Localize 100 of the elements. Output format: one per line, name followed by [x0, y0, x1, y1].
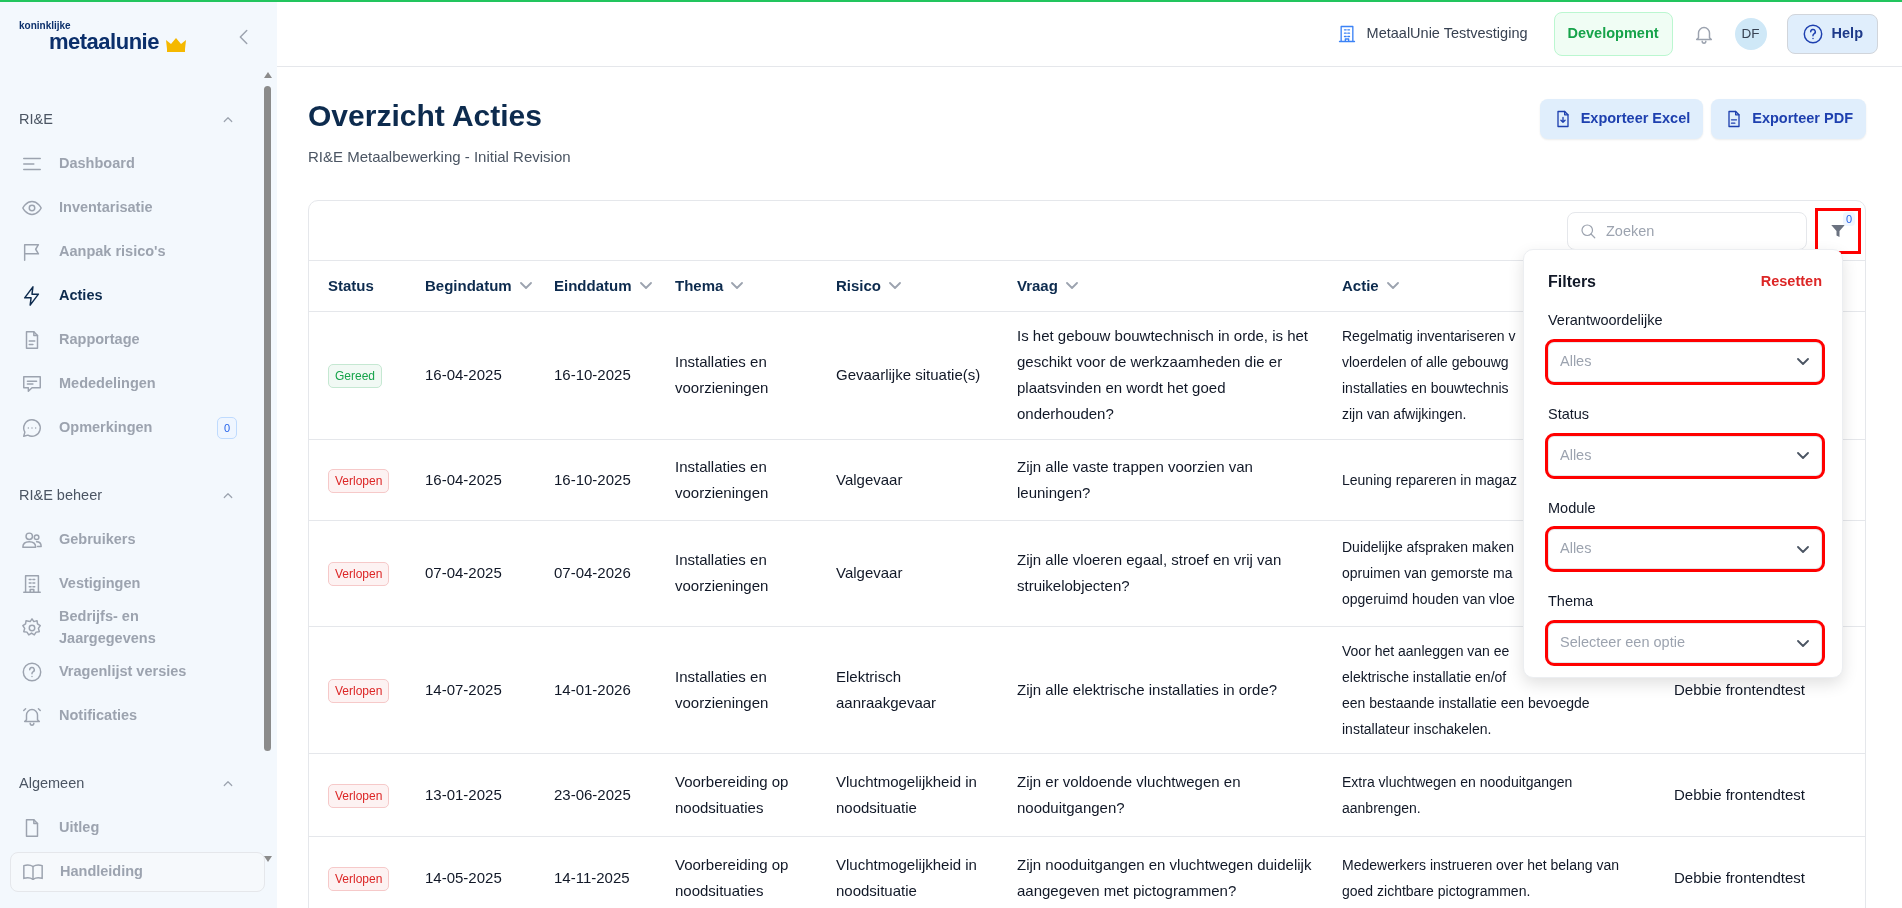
table-cell: Valgevaar: [836, 470, 903, 488]
question-icon: [21, 661, 43, 683]
section-title[interactable]: RI&E beheer: [19, 485, 103, 507]
table-cell: Gevaarlijke situatie(s): [836, 366, 981, 383]
table-cell: Installaties en voorzieningen: [675, 551, 769, 594]
table-cell: 14-07-2025: [425, 680, 502, 698]
book-icon: [22, 861, 44, 883]
table-cell: Debbie frontendtest: [1674, 680, 1805, 698]
table-cell: 16-10-2025: [554, 470, 631, 488]
table-cell: Installaties en voorzieningen: [675, 353, 769, 396]
table-cell: 16-10-2025: [554, 366, 631, 383]
table-cell: Elektrisch aanraakgevaar: [836, 667, 937, 711]
column-header: Status: [328, 275, 374, 296]
reset-link[interactable]: Resetten: [1760, 271, 1822, 293]
table-cell: 14-05-2025: [425, 868, 502, 886]
cell-text-line: zijn van afwijkingen.: [1342, 405, 1467, 424]
table-cell: 13-01-2025: [425, 785, 502, 803]
dropdown-field[interactable]: Selecteer een optie: [1548, 623, 1822, 663]
field-label: Thema: [1548, 592, 1595, 612]
cell-text-line: installaties en bouwtechnis: [1342, 379, 1509, 398]
table-cell: Zijn nooduitgangen en vluchtwegen duidelijk aangegeven met pictogrammen?: [1017, 855, 1312, 899]
status-badge: Verlopen: [328, 468, 390, 493]
building-icon: [1336, 24, 1357, 44]
gear-icon: [21, 617, 43, 639]
cell-text-line: elektrische installatie en/of: [1342, 667, 1507, 687]
column-header[interactable]: Risico: [836, 274, 901, 297]
scroll-up-icon[interactable]: [264, 72, 272, 78]
location-name: MetaalUnie Testvestiging: [1366, 24, 1528, 44]
building-icon: [21, 573, 43, 595]
field-label: Status: [1548, 404, 1591, 424]
status-badge: Verlopen: [328, 562, 390, 586]
cell-text-line: opruimen van gemorste ma: [1342, 564, 1513, 583]
table-cell: Zijn er voldoende vluchtwegen en nooduitgangen?: [1017, 772, 1241, 816]
cell-text-line: installateur inschakelen.: [1342, 719, 1492, 739]
search-field[interactable]: Zoeken: [1567, 211, 1807, 250]
table-cell: Debbie frontendtest: [1674, 868, 1805, 886]
cell-text-line: Voor het aanleggen van ee: [1342, 641, 1510, 661]
sidebar-item[interactable]: Acties: [19, 274, 237, 318]
column-header[interactable]: Actie: [1342, 274, 1399, 297]
dropdown-field[interactable]: Alles: [1548, 529, 1822, 570]
table-cell: 23-06-2025: [554, 785, 631, 803]
cell-text-line: een bestaande installatie een bevoegde: [1342, 693, 1590, 713]
cell-text-line: Regelmatig inventariseren v: [1342, 327, 1516, 346]
cell-text-line: Extra vluchtwegen en nooduitgangen: [1342, 772, 1573, 792]
chevron-down-icon: [1797, 452, 1809, 459]
chevron-down-icon: [1797, 639, 1809, 647]
table-cell: 16-04-2025: [425, 366, 502, 383]
cell-text-line: Duidelijke afspraken maken: [1342, 538, 1514, 557]
table-cell: Voorbereiding op noodsituaties: [675, 772, 789, 816]
dropdown-field[interactable]: Alles: [1548, 341, 1822, 382]
field-label: Module: [1548, 498, 1597, 518]
page-subtitle: RI&E Metaalbewerking - Initial Revision: [308, 147, 571, 167]
field-label: Verantwoordelijke: [1548, 311, 1664, 330]
search-icon: [1579, 221, 1597, 240]
logo: koninklijke metaalunie: [19, 21, 187, 53]
column-header[interactable]: Thema: [675, 274, 744, 297]
environment-badge: Development: [1553, 12, 1673, 56]
users-icon: [21, 529, 43, 551]
chat-icon: [21, 417, 43, 439]
cell-text-line: aanbrengen.: [1342, 798, 1421, 818]
question-icon: [1801, 23, 1824, 45]
bell-icon: [21, 705, 43, 727]
section-title[interactable]: RI&E: [19, 109, 53, 131]
column-header[interactable]: Begindatum: [425, 274, 532, 297]
table-cell: 07-04-2025: [425, 564, 502, 581]
sidebar-item[interactable]: Opmerkingen 0: [19, 406, 237, 450]
avatar[interactable]: DF: [1734, 18, 1767, 50]
table-cell: Installaties en voorzieningen: [675, 457, 769, 501]
table-cell: Zijn alle elektrische installaties in orde?: [1017, 680, 1278, 698]
table-cell: 16-04-2025: [425, 470, 502, 488]
table-cell: 14-01-2026: [554, 680, 631, 698]
column-header[interactable]: Einddatum: [554, 274, 652, 297]
table-cell: Zijn alle vloeren egaal, stroef en vrij van struikelobjecten?: [1017, 551, 1282, 594]
cell-text-line: Leuning repareren in magaz: [1342, 470, 1518, 490]
dropdown-field[interactable]: Alles: [1548, 435, 1822, 476]
table-cell: Valgevaar: [836, 564, 903, 581]
column-header[interactable]: Vraag: [1017, 274, 1078, 297]
chevron-down-icon: [1797, 545, 1809, 553]
status-badge: Verlopen: [328, 678, 390, 703]
panel-title: Filters: [1548, 272, 1596, 292]
filter-button[interactable]: 0: [1815, 207, 1861, 254]
page-title: Overzicht Acties: [308, 99, 543, 132]
message-icon: [21, 373, 43, 395]
table-cell: Vluchtmogelijkheid in noodsituatie: [836, 772, 977, 816]
status-badge: Verlopen: [328, 783, 390, 808]
section-title[interactable]: Algemeen: [19, 773, 85, 795]
export-button[interactable]: Exporteer PDF: [1711, 99, 1866, 139]
filter-count: 0: [1842, 211, 1855, 226]
scrollbar[interactable]: [262, 72, 274, 862]
help-button[interactable]: Help: [1786, 14, 1878, 54]
scroll-down-icon[interactable]: [264, 856, 272, 862]
table-cell: 07-04-2026: [554, 564, 631, 581]
export-button[interactable]: Exporteer Excel: [1539, 99, 1704, 139]
table-cell: Voorbereiding op noodsituaties: [675, 855, 789, 899]
status-badge: Verlopen: [328, 866, 390, 891]
table-cell: Is het gebouw bouwtechnisch in orde, is het geschikt voor de werkzaamheden die er plaatsvinden en wordt het goed onderhouden?: [1017, 327, 1308, 422]
table-cell: Zijn alle vaste trappen voorzien van leuningen?: [1017, 457, 1253, 501]
cell-text-line: Medewerkers instrueren over het belang van: [1342, 855, 1620, 875]
chevron-down-icon: [1797, 358, 1809, 366]
count-badge: 0: [216, 416, 237, 440]
